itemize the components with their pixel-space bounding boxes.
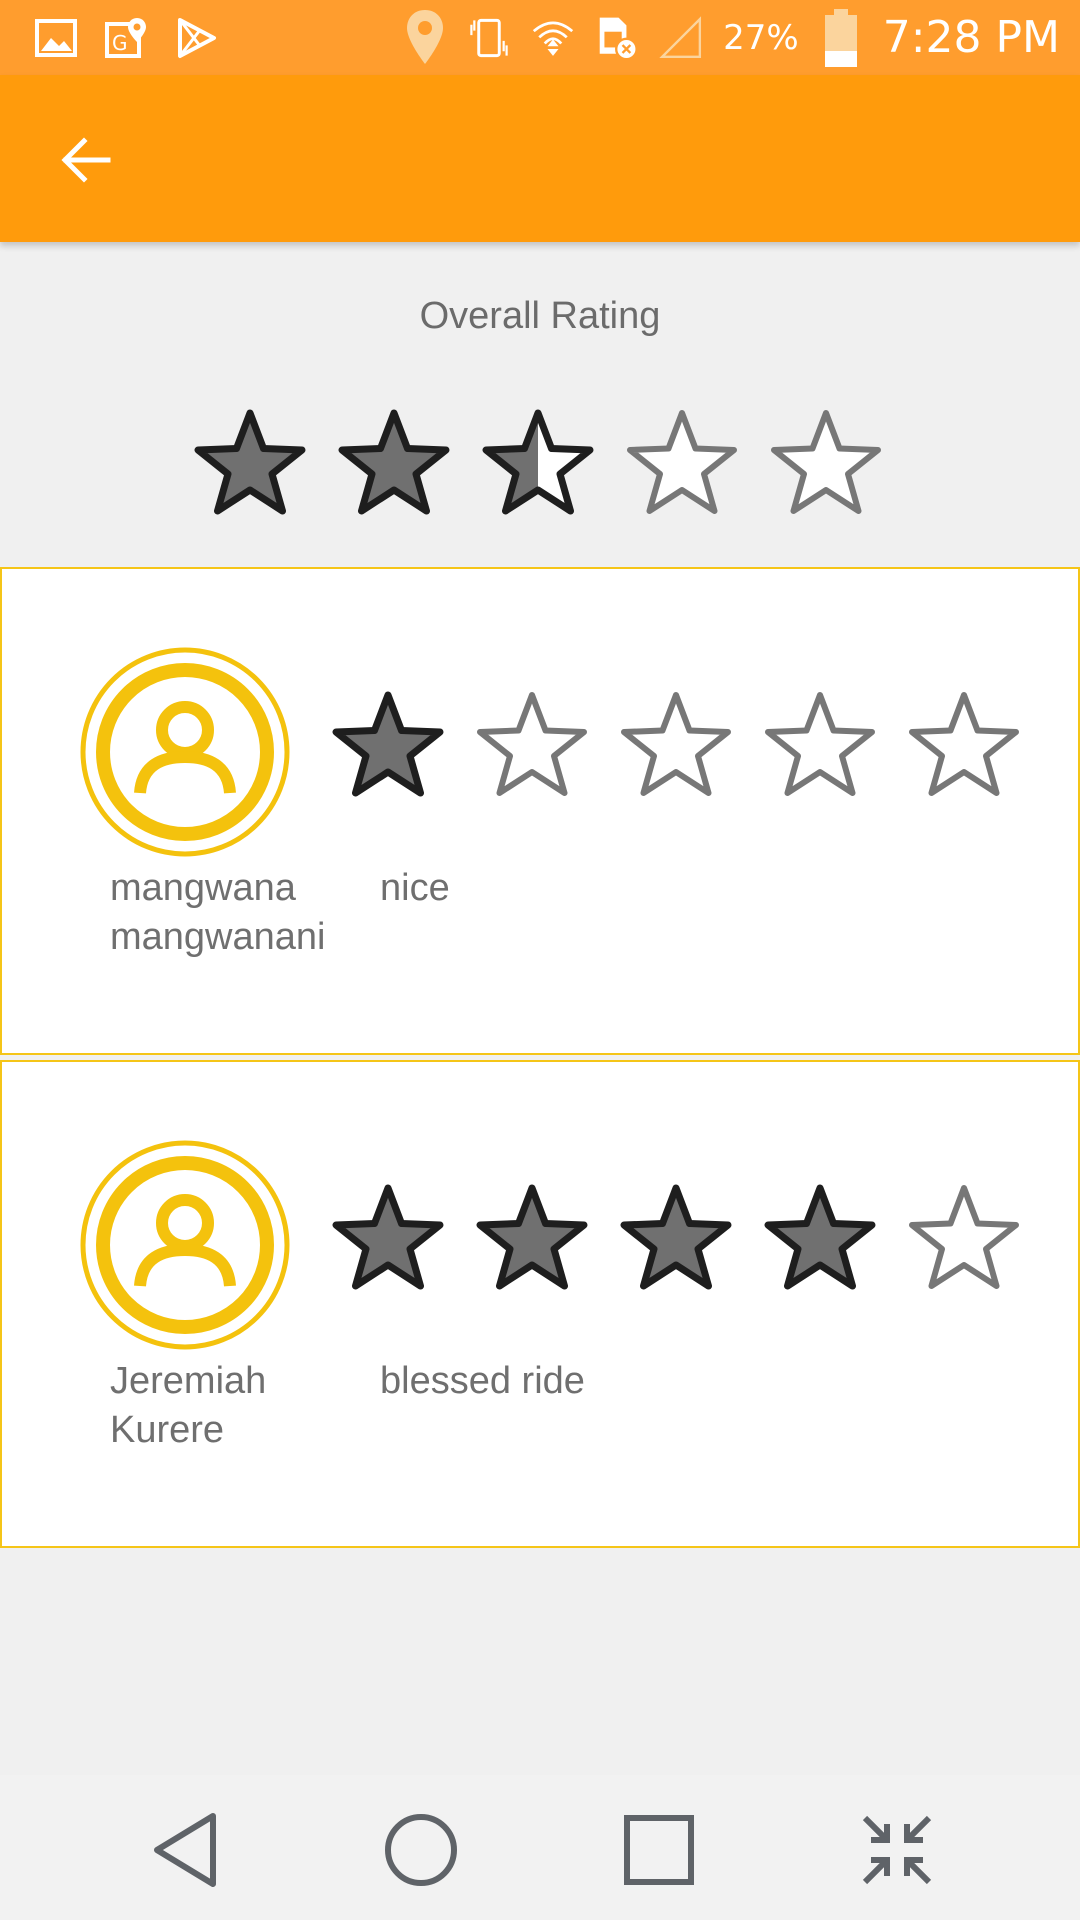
nav-recents-button[interactable]	[614, 1805, 704, 1895]
avatar	[80, 1140, 290, 1350]
nav-home-button[interactable]	[376, 1805, 466, 1895]
arrow-left-icon	[61, 137, 111, 183]
review-card: Jeremiah Kurere blessed ride	[0, 1060, 1080, 1548]
star-filled-icon	[338, 409, 450, 515]
star-empty-icon	[765, 692, 875, 796]
clock: 7:28 PM	[882, 12, 1060, 63]
back-triangle-icon	[154, 1813, 216, 1887]
star-filled-icon	[764, 1184, 876, 1290]
review-rating-stars	[328, 1180, 1024, 1300]
home-circle-icon	[385, 1814, 457, 1886]
status-bar: G 27% 7:28 PM	[0, 0, 1080, 75]
reviewer-name: mangwana mangwanani	[110, 867, 326, 958]
review-card: mangwana mangwanani nice	[0, 567, 1080, 1055]
maps-icon: G	[104, 16, 148, 60]
nav-back-button[interactable]	[140, 1805, 230, 1895]
gallery-icon	[34, 16, 78, 60]
nav-collapse-button[interactable]	[852, 1805, 942, 1895]
star-filled-icon	[620, 1184, 732, 1290]
reviewer-name: Jeremiah Kurere	[110, 1360, 267, 1451]
svg-text:G: G	[112, 31, 128, 55]
star-empty-icon	[909, 1185, 1019, 1289]
location-icon	[403, 9, 447, 64]
user-avatar-icon	[80, 647, 290, 857]
star-empty-icon	[621, 692, 731, 796]
sim-error-icon	[595, 16, 639, 60]
app-bar	[0, 75, 1080, 242]
overall-rating-stars	[190, 405, 886, 525]
star-half-icon	[482, 409, 594, 515]
back-button[interactable]	[40, 115, 130, 205]
battery-icon	[819, 8, 863, 67]
review-rating-stars	[328, 687, 1024, 807]
star-empty-icon	[909, 692, 1019, 796]
star-empty-icon	[771, 410, 881, 514]
star-empty-icon	[477, 692, 587, 796]
review-comment: nice	[380, 867, 450, 909]
wifi-icon	[531, 16, 575, 60]
vibrate-icon	[467, 16, 511, 60]
status-bar-right: 27% 7:28 PM	[403, 0, 1060, 75]
overall-rating-label: Overall Rating	[419, 295, 661, 337]
battery-percent: 27%	[723, 17, 799, 58]
star-filled-icon	[476, 1184, 588, 1290]
status-bar-left: G	[34, 0, 218, 75]
signal-icon	[659, 15, 703, 60]
recents-square-icon	[624, 1815, 694, 1885]
collapse-arrows-icon	[862, 1815, 932, 1885]
star-empty-icon	[627, 410, 737, 514]
avatar	[80, 647, 290, 857]
star-filled-icon	[332, 1184, 444, 1290]
navigation-bar	[0, 1775, 1080, 1920]
user-avatar-icon	[80, 1140, 290, 1350]
star-filled-icon	[194, 409, 306, 515]
play-store-icon	[174, 16, 218, 60]
review-comment: blessed ride	[380, 1360, 585, 1402]
star-filled-icon	[332, 691, 444, 797]
